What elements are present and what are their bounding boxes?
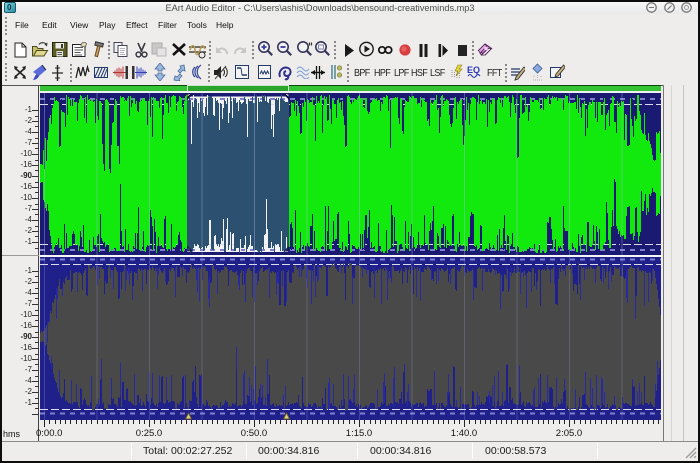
svg-text:EQ: EQ: [467, 65, 480, 75]
